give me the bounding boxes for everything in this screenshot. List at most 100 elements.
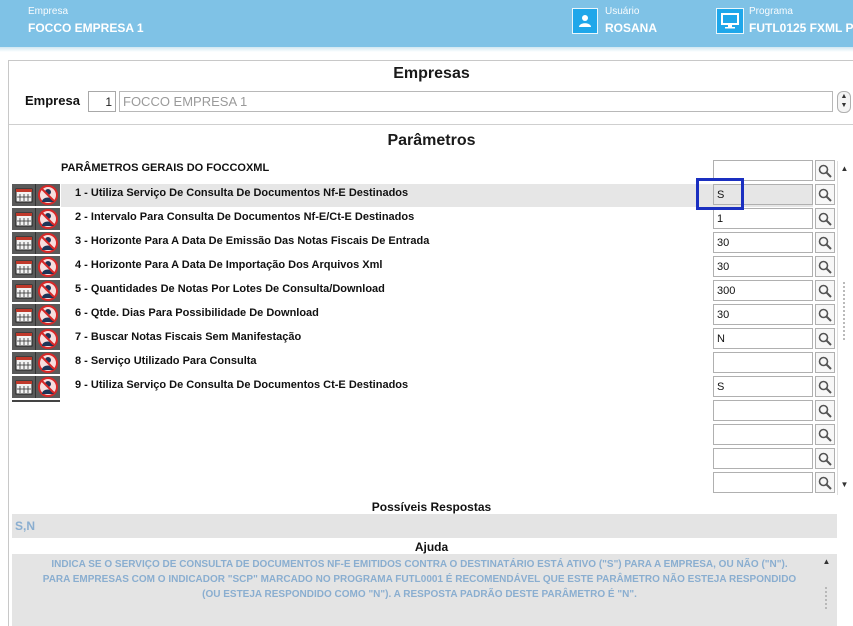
param-value-input[interactable]: N <box>713 328 813 349</box>
ajuda-title: Ajuda <box>414 540 449 554</box>
person-blocked-icon[interactable] <box>36 232 60 254</box>
icon-strip-edge <box>12 400 60 402</box>
magnifier-icon[interactable] <box>815 184 835 205</box>
main-panel: Empresas Empresa 1 FOCCO EMPRESA 1 ▲ ▼ Pa… <box>8 60 853 626</box>
magnifier-icon[interactable] <box>815 448 835 469</box>
empresas-title: Empresas <box>393 65 470 82</box>
person-blocked-icon[interactable] <box>36 256 60 278</box>
param-value-input[interactable]: 30 <box>713 304 813 325</box>
param-value-input[interactable] <box>713 472 813 493</box>
row-icon-pair <box>12 208 60 230</box>
scroll-down-arrow[interactable]: ▼ <box>838 479 851 490</box>
calendar-icon[interactable] <box>12 352 36 374</box>
param-label: 1 - Utiliza Serviço De Consulta De Docum… <box>75 187 409 199</box>
calendar-icon[interactable] <box>12 280 36 302</box>
param-value-input[interactable] <box>713 448 813 469</box>
person-blocked-icon[interactable] <box>36 304 60 326</box>
calendar-icon[interactable] <box>12 184 36 206</box>
calendar-icon[interactable] <box>12 328 36 350</box>
row-icon-pair <box>12 376 60 398</box>
scroll-grip[interactable] <box>842 281 847 341</box>
calendar-icon[interactable] <box>12 304 36 326</box>
magnifier-icon[interactable] <box>815 352 835 373</box>
empresa-name-field[interactable]: FOCCO EMPRESA 1 <box>119 91 833 112</box>
magnifier-icon[interactable] <box>815 280 835 301</box>
row-icon-pair <box>12 280 60 302</box>
param-label: 2 - Intervalo Para Consulta De Documento… <box>75 211 415 223</box>
header-programa-value: FUTL0125 FXML P <box>749 21 853 35</box>
app-header: Empresa FOCCO EMPRESA 1 Usuário ROSANA P… <box>0 0 853 47</box>
magnifier-icon[interactable] <box>815 208 835 229</box>
magnifier-icon[interactable] <box>815 304 835 325</box>
group-title: PARÂMETROS GERAIS DO FOCCOXML <box>61 162 270 174</box>
ajuda-scroll-grip[interactable] <box>824 586 829 610</box>
header-empresa-value: FOCCO EMPRESA 1 <box>28 21 144 35</box>
param-label: 7 - Buscar Notas Fiscais Sem Manifestaçã… <box>75 331 302 343</box>
empresa-spinner[interactable]: ▲ ▼ <box>837 91 851 113</box>
ajuda-text: INDICA SE O SERVIÇO DE CONSULTA DE DOCUM… <box>12 554 837 626</box>
person-blocked-icon[interactable] <box>36 184 60 206</box>
param-label: 9 - Utiliza Serviço De Consulta De Docum… <box>75 379 409 391</box>
person-blocked-icon[interactable] <box>36 376 60 398</box>
person-blocked-icon[interactable] <box>36 280 60 302</box>
ajuda-scroll-up[interactable]: ▲ <box>820 556 833 567</box>
header-empresa: Empresa FOCCO EMPRESA 1 <box>28 6 144 35</box>
param-label: 4 - Horizonte Para A Data De Importação … <box>75 259 383 271</box>
param-value-input[interactable] <box>713 352 813 373</box>
calendar-icon[interactable] <box>12 208 36 230</box>
respostas-title: Possíveis Respostas <box>371 500 492 514</box>
magnifier-icon[interactable] <box>815 472 835 493</box>
focused-field-outline <box>696 178 744 210</box>
param-value-input[interactable]: 30 <box>713 232 813 253</box>
param-label: 3 - Horizonte Para A Data De Emissão Das… <box>75 235 430 247</box>
param-label: 6 - Qtde. Dias Para Possibilidade De Dow… <box>75 307 319 319</box>
user-icon <box>572 8 598 34</box>
param-value-input[interactable] <box>713 400 813 421</box>
ajuda-scrollbar[interactable]: ▲ <box>820 556 834 626</box>
ajuda-line-1: INDICA SE O SERVIÇO DE CONSULTA DE DOCUM… <box>51 559 788 570</box>
magnifier-icon[interactable] <box>815 400 835 421</box>
magnifier-icon[interactable] <box>815 256 835 277</box>
ajuda-line-3: (OU ESTEJA RESPONDIDO COMO "N"). A RESPO… <box>202 589 637 600</box>
param-value-input[interactable]: 300 <box>713 280 813 301</box>
magnifier-icon[interactable] <box>815 232 835 253</box>
person-blocked-icon[interactable] <box>36 208 60 230</box>
parametros-title: Parâmetros <box>387 132 476 149</box>
row-icon-pair <box>12 352 60 374</box>
scroll-up-arrow[interactable]: ▲ <box>838 163 851 174</box>
header-empresa-caption: Empresa <box>28 6 69 17</box>
magnifier-icon[interactable] <box>815 424 835 445</box>
calendar-icon[interactable] <box>12 232 36 254</box>
header-programa: Programa FUTL0125 FXML P <box>749 6 853 35</box>
person-blocked-icon[interactable] <box>36 352 60 374</box>
calendar-icon[interactable] <box>12 376 36 398</box>
respostas-value: S,N <box>12 514 837 538</box>
magnifier-icon[interactable] <box>815 376 835 397</box>
row-icon-pair <box>12 232 60 254</box>
row-icon-pair <box>12 256 60 278</box>
magnifier-icon[interactable] <box>815 328 835 349</box>
empresa-code-input[interactable]: 1 <box>88 91 116 112</box>
param-value-input[interactable] <box>713 424 813 445</box>
param-value-input[interactable]: S <box>713 376 813 397</box>
row-icon-pair <box>12 304 60 326</box>
header-usuario-caption: Usuário <box>605 6 640 17</box>
magnifier-icon[interactable] <box>815 160 835 181</box>
row-icon-pair <box>12 184 60 206</box>
header-shadow <box>0 47 853 52</box>
ajuda-line-2: PARA EMPRESAS COM O INDICADOR "SCP" MARC… <box>42 574 797 585</box>
parameters-scrollbar[interactable]: ▲ ▼ <box>837 161 851 495</box>
param-label: 5 - Quantidades De Notas Por Lotes De Co… <box>75 283 385 295</box>
person-blocked-icon[interactable] <box>36 328 60 350</box>
param-label: 8 - Serviço Utilizado Para Consulta <box>75 355 257 367</box>
section-divider <box>9 124 853 125</box>
empresa-label: Empresa <box>25 93 80 108</box>
param-value-input[interactable]: 30 <box>713 256 813 277</box>
calendar-icon[interactable] <box>12 256 36 278</box>
header-programa-caption: Programa <box>749 6 793 17</box>
row-icon-pair <box>12 328 60 350</box>
monitor-icon <box>716 8 744 34</box>
param-value-input[interactable]: 1 <box>713 208 813 229</box>
header-usuario-value: ROSANA <box>605 21 658 35</box>
header-usuario: Usuário ROSANA <box>605 6 657 35</box>
